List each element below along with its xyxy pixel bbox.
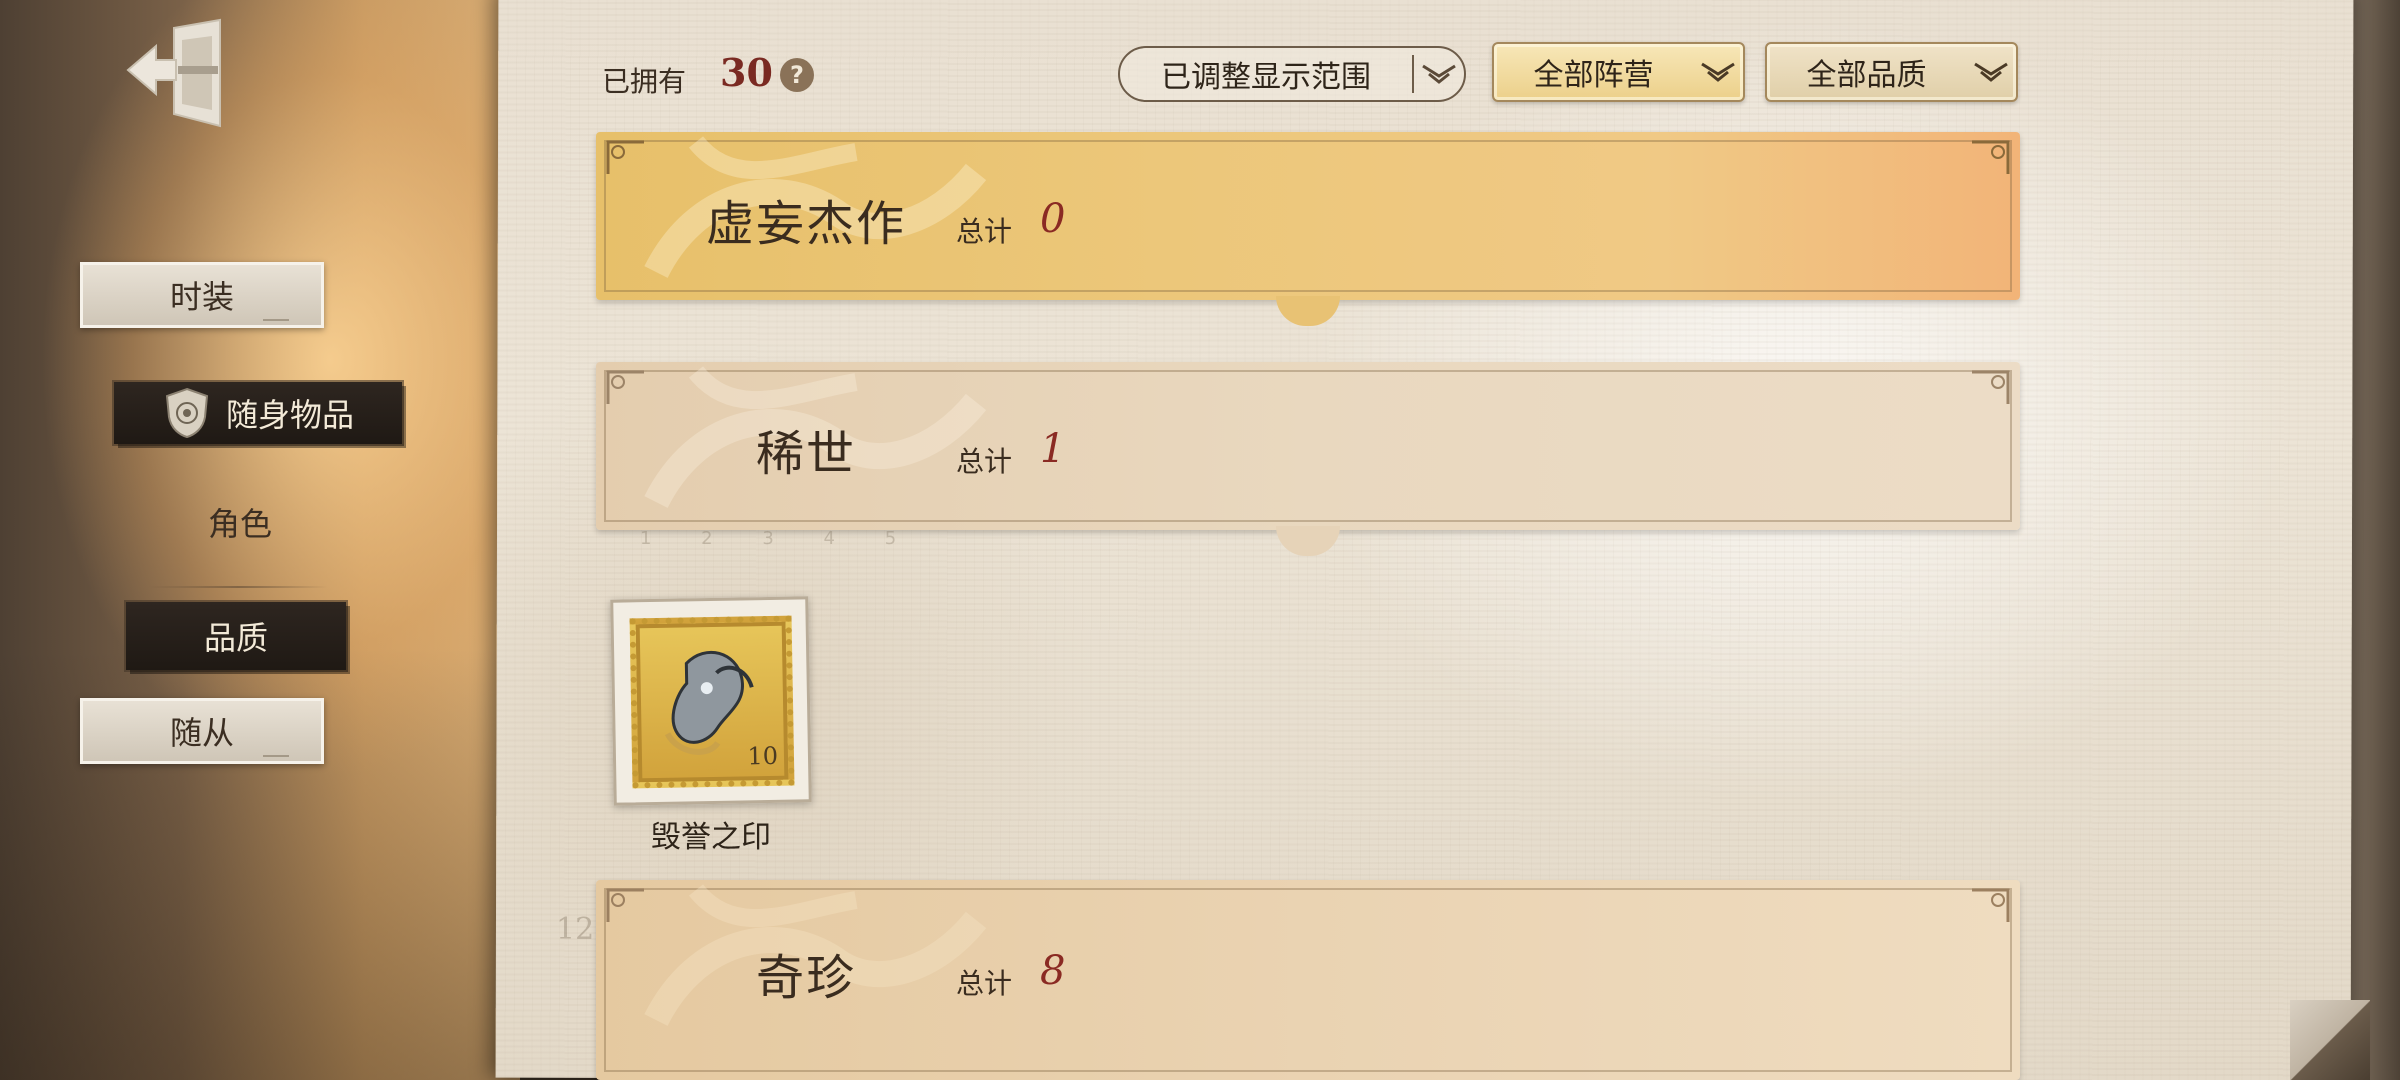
section-banner-masterpiece[interactable]: 虚妄杰作 总计 0 (596, 132, 2020, 326)
exit-button[interactable] (122, 18, 232, 128)
page-fold-corner (2290, 1000, 2370, 1080)
corner-ornament (1972, 140, 2010, 174)
corner-ornament (606, 370, 644, 404)
shield-emblem-icon (162, 386, 212, 440)
double-chevron-down-icon (1966, 57, 2016, 87)
item-name: 毁誉之印 (651, 820, 771, 855)
range-dropdown-label: 已调整显示范围 (1161, 60, 1371, 95)
nav-item-accessories[interactable]: 随身物品 (114, 382, 402, 444)
section-banner-treasure[interactable]: 奇珍 总计 8 (596, 880, 2020, 1080)
nav-item-label: 角色 (207, 505, 272, 543)
nav-divider (148, 586, 328, 588)
exit-door-icon (126, 18, 221, 128)
corner-ornament (606, 140, 644, 174)
background-number: 12 (556, 912, 595, 947)
faction-dropdown[interactable]: 全部阵营 (1492, 42, 1745, 102)
faction-dropdown-label: 全部阵营 (1533, 58, 1654, 93)
nav-item-label: 时装 (169, 278, 234, 316)
section-title: 奇珍 (756, 950, 857, 1006)
section-total-value: 0 (1040, 196, 1066, 242)
nav-item-label: 随从 (169, 714, 234, 752)
nav-item-character[interactable]: 角色 (150, 492, 330, 552)
stamp-image: 10 (629, 615, 795, 789)
stamp-value: 10 (747, 741, 779, 771)
corner-ornament (1972, 370, 2010, 404)
section-title: 虚妄杰作 (706, 196, 907, 252)
section-total-value: 8 (1040, 948, 1066, 994)
section-title: 稀世 (756, 426, 857, 482)
corner-ornament (606, 888, 644, 922)
owned-count: 30 (720, 50, 773, 95)
section-total-label: 总计 (956, 967, 1013, 1000)
question-circle-icon[interactable]: ? (780, 58, 814, 92)
background-ruler-marks: 1 2 3 4 5 (640, 528, 919, 549)
double-chevron-down-icon (1414, 59, 1464, 89)
nav-item-fashion[interactable]: 时装 (80, 262, 324, 328)
range-dropdown[interactable]: 已调整显示范围 (1118, 46, 1466, 102)
double-chevron-down-icon (1693, 57, 1743, 87)
nav-item-label: 随身物品 (225, 396, 354, 434)
section-total-value: 1 (1040, 426, 1066, 472)
section-banner-rare[interactable]: 稀世 总计 1 (596, 362, 2020, 556)
owned-label: 已拥有 (602, 65, 687, 98)
section-total-label: 总计 (956, 215, 1013, 248)
quality-dropdown-label: 全部品质 (1806, 58, 1927, 93)
section-total-label: 总计 (956, 445, 1013, 478)
nav-item-quality[interactable]: 品质 (126, 602, 346, 670)
quality-dropdown[interactable]: 全部品质 (1765, 42, 2018, 102)
item-card[interactable]: 10 (610, 596, 812, 806)
corner-ornament (1972, 888, 2010, 922)
nav-item-follower[interactable]: 随从 (80, 698, 324, 764)
nav-item-label: 品质 (203, 619, 268, 657)
